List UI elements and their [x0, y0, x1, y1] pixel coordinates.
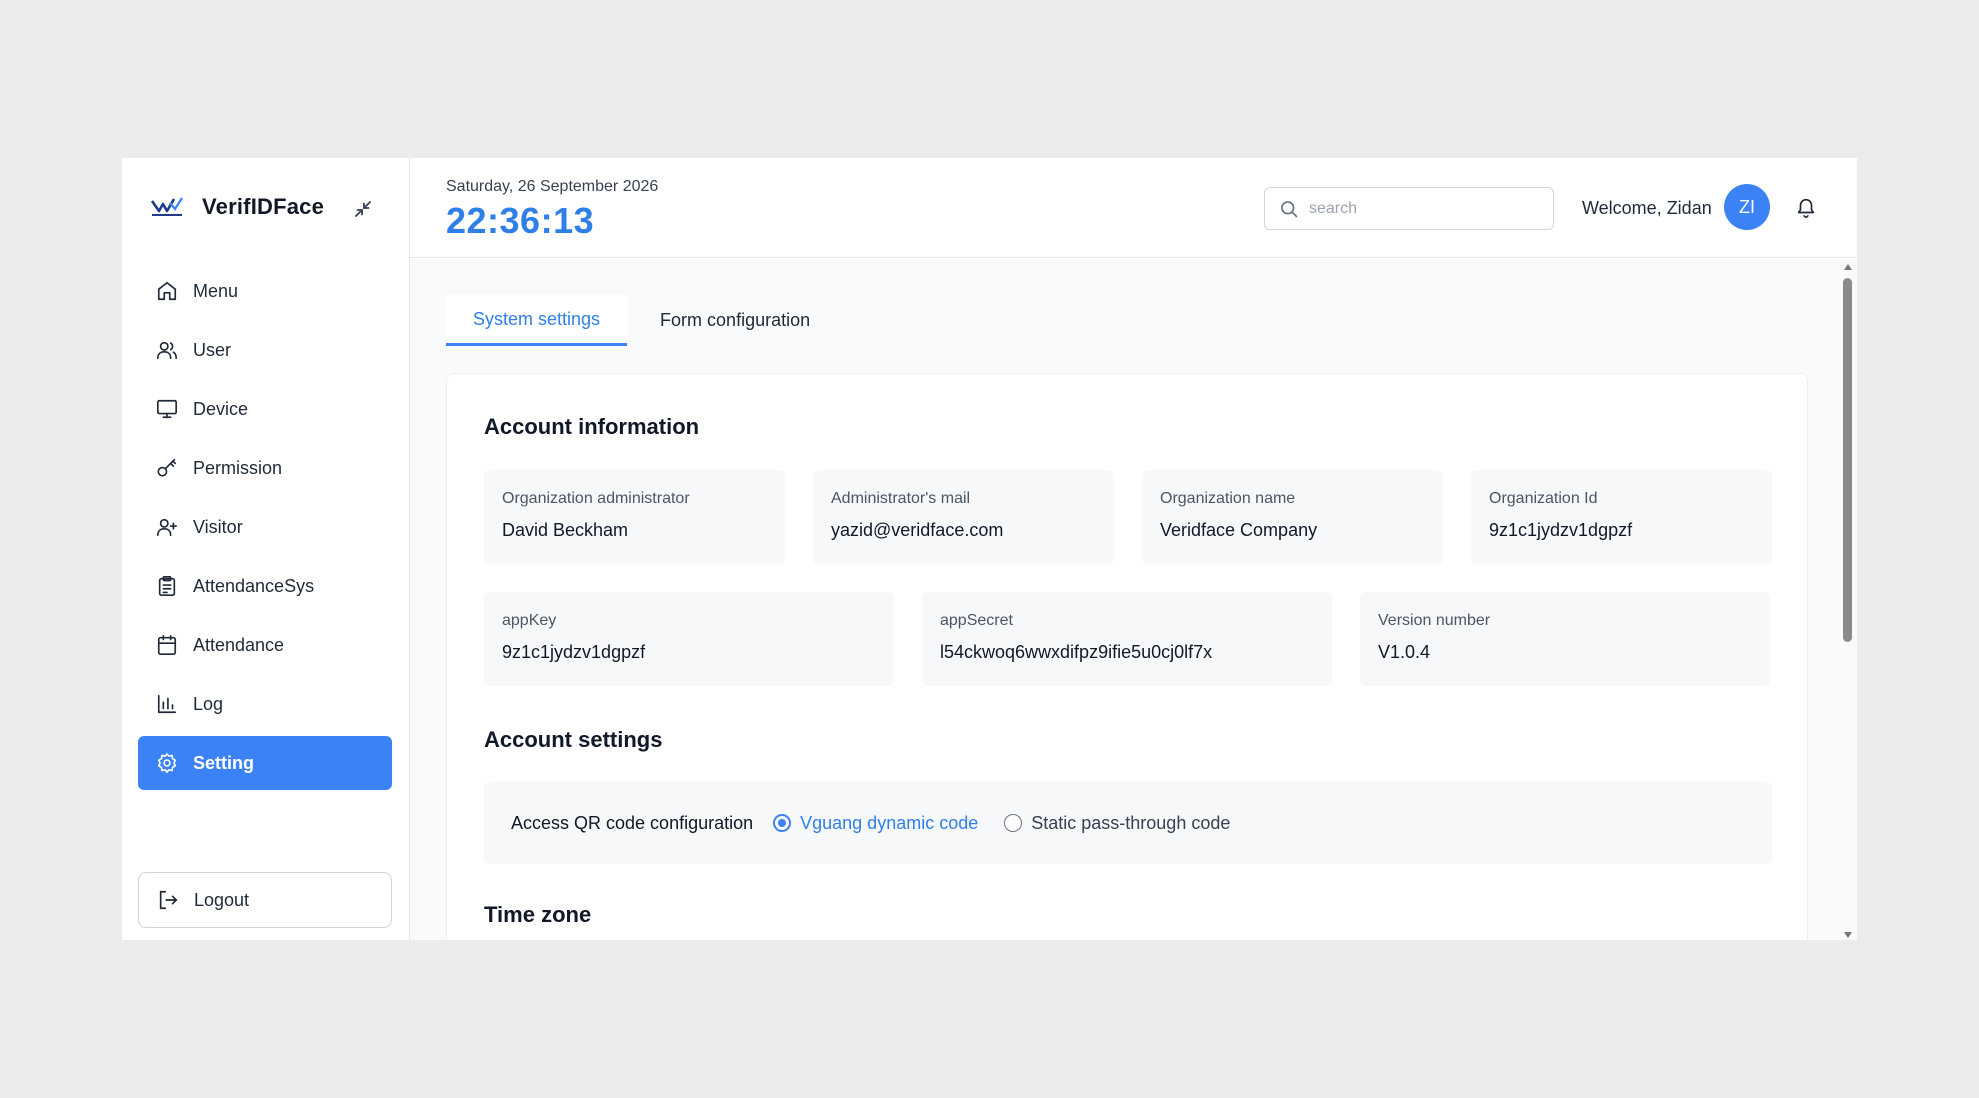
sidebar-item-permission[interactable]: Permission [138, 441, 392, 495]
sidebar-item-label: Attendance [193, 634, 285, 655]
sidebar-item-label: Device [193, 398, 249, 419]
sidebar-item-attendancesys[interactable]: AttendanceSys [138, 559, 392, 613]
info-version-number: Version number V1.0.4 [1360, 592, 1770, 686]
sidebar-item-log[interactable]: Log [138, 677, 392, 731]
account-info-row-1: Organization administrator David Beckham… [484, 470, 1772, 564]
info-value: Veridface Company [1160, 520, 1318, 540]
info-label: Administrator's mail [831, 490, 971, 507]
current-date: Saturday, 26 September 2026 [446, 178, 659, 195]
sidebar: VerifIDFace Menu User Device Permission … [122, 158, 410, 940]
info-label: Version number [1378, 612, 1491, 629]
sidebar-item-label: Log [193, 693, 224, 714]
search-icon [1281, 200, 1298, 217]
sidebar-item-setting[interactable]: Setting [138, 736, 392, 790]
search-input[interactable] [1309, 199, 1529, 218]
search-box[interactable] [1264, 187, 1554, 230]
veridface-logo-icon [150, 197, 183, 216]
home-icon [155, 279, 179, 303]
account-info-row-2: appKey 9z1c1jydzv1dgpzf appSecret l54ckw… [484, 592, 1770, 686]
info-label: appKey [502, 612, 557, 629]
gear-icon [155, 751, 179, 775]
calendar-icon [155, 633, 179, 657]
key-icon [155, 456, 179, 480]
settings-card: Account information Organization adminis… [446, 373, 1808, 940]
bell-icon [1797, 198, 1815, 218]
main-scrollbar[interactable] [1842, 262, 1854, 942]
info-value: yazid@veridface.com [831, 520, 1004, 540]
clipboard-icon [155, 574, 179, 598]
qr-config-panel: Access QR code configuration Vguang dyna… [484, 782, 1772, 864]
radio-label: Vguang dynamic code [800, 812, 979, 833]
info-organization-name: Organization name Veridface Company [1142, 470, 1443, 564]
info-organization-administrator: Organization administrator David Beckham [484, 470, 785, 564]
info-app-key: appKey 9z1c1jydzv1dgpzf [484, 592, 894, 686]
sidebar-item-device[interactable]: Device [138, 382, 392, 436]
info-value: 9z1c1jydzv1dgpzf [1489, 520, 1633, 540]
scroll-up-arrow-icon[interactable] [1844, 264, 1852, 270]
sidebar-item-label: Menu [193, 280, 239, 301]
info-label: Organization Id [1489, 490, 1598, 507]
logout-label: Logout [194, 889, 250, 910]
info-label: Organization name [1160, 490, 1296, 507]
notification-button[interactable] [1794, 194, 1818, 220]
collapse-sidebar-button[interactable] [350, 196, 376, 222]
users-icon [155, 338, 179, 362]
sidebar-item-label: Setting [193, 752, 254, 773]
logout-icon [156, 888, 180, 912]
logout-button[interactable]: Logout [138, 872, 392, 928]
brand-name: VerifIDFace [202, 194, 325, 219]
welcome-text: Welcome, Zidan [1582, 198, 1712, 218]
radio-vguang-dynamic-code[interactable]: Vguang dynamic code [773, 813, 978, 834]
account-settings-title: Account settings [484, 727, 663, 752]
info-app-secret: appSecret l54ckwoq6wwxdifpz9ifie5u0cj0lf… [922, 592, 1332, 686]
time-zone-title: Time zone [484, 902, 592, 927]
info-label: Organization administrator [502, 490, 690, 507]
sidebar-item-label: Permission [193, 457, 283, 478]
info-value: l54ckwoq6wwxdifpz9ifie5u0cj0lf7x [940, 642, 1213, 662]
main-content: System settings Form configuration Accou… [410, 259, 1857, 940]
top-header: Saturday, 26 September 2026 22:36:13 Wel… [410, 158, 1857, 258]
scroll-down-arrow-icon[interactable] [1844, 932, 1852, 938]
radio-static-pass-through-code[interactable]: Static pass-through code [1004, 813, 1230, 834]
sidebar-nav: Menu User Device Permission Visitor Atte… [138, 264, 392, 795]
sidebar-item-user[interactable]: User [138, 323, 392, 377]
bar-chart-icon [155, 692, 179, 716]
radio-dot[interactable] [773, 814, 792, 832]
avatar[interactable]: ZI [1724, 184, 1770, 230]
tab-system-settings[interactable]: System settings [446, 295, 628, 346]
tab-form-configuration[interactable]: Form configuration [633, 295, 837, 346]
brand[interactable]: VerifIDFace [150, 194, 324, 220]
user-plus-icon [155, 515, 179, 539]
sidebar-item-label: User [193, 339, 232, 360]
sidebar-item-visitor[interactable]: Visitor [138, 500, 392, 554]
sidebar-item-label: Visitor [193, 516, 243, 537]
monitor-icon [155, 397, 179, 421]
account-information-title: Account information [484, 414, 700, 439]
radio-dot[interactable] [1004, 814, 1023, 832]
collapse-arrows-icon [355, 201, 371, 217]
info-value: 9z1c1jydzv1dgpzf [502, 642, 646, 662]
info-value: David Beckham [502, 520, 629, 540]
radio-label: Static pass-through code [1031, 812, 1231, 833]
info-value: V1.0.4 [1378, 642, 1431, 662]
current-time: 22:36:13 [446, 200, 595, 241]
settings-tabs: System settings Form configuration [446, 295, 837, 346]
scrollbar-thumb[interactable] [1843, 278, 1852, 642]
info-label: appSecret [940, 612, 1013, 629]
sidebar-item-label: AttendanceSys [193, 575, 315, 596]
info-organization-id: Organization Id 9z1c1jydzv1dgpzf [1471, 470, 1772, 564]
app-window: VerifIDFace Menu User Device Permission … [122, 158, 1857, 940]
info-administrator-mail: Administrator's mail yazid@veridface.com [813, 470, 1114, 564]
sidebar-item-menu[interactable]: Menu [138, 264, 392, 318]
sidebar-item-attendance[interactable]: Attendance [138, 618, 392, 672]
qr-config-label: Access QR code configuration [511, 812, 754, 833]
